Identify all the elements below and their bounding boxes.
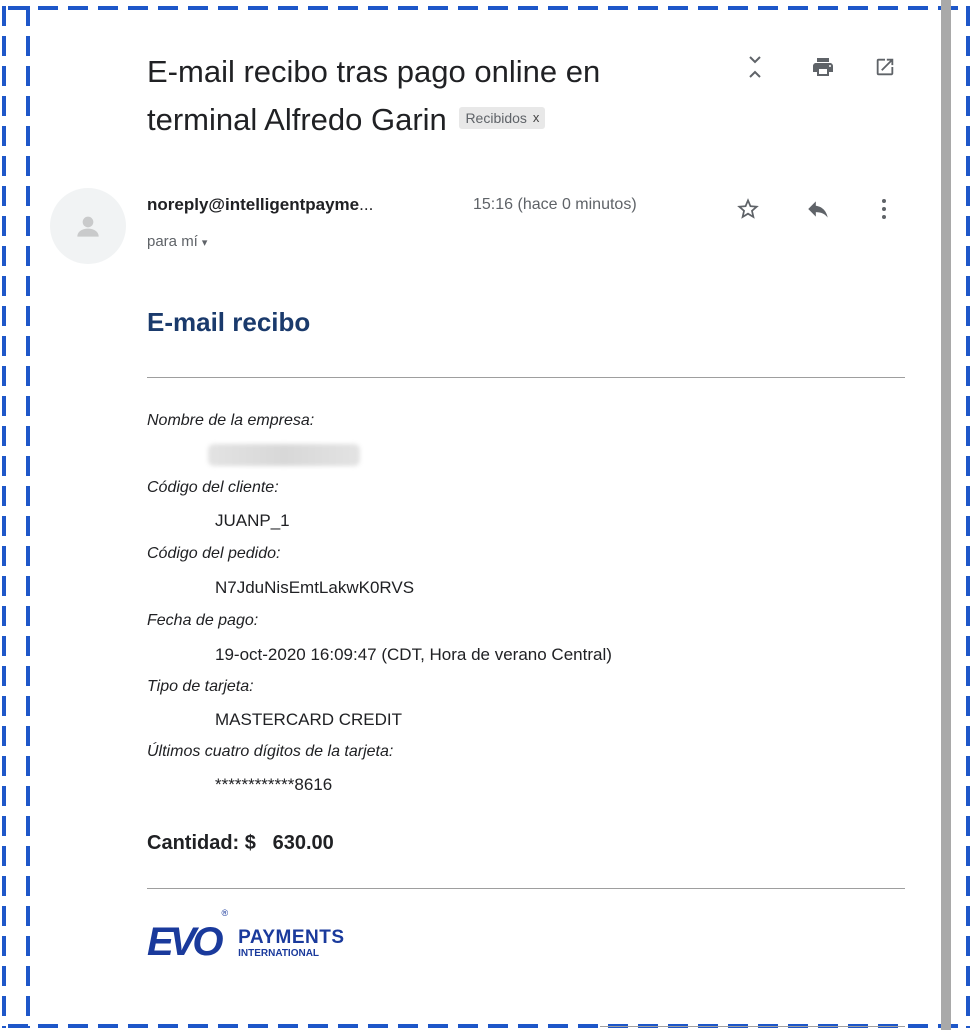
logo-registered: ®	[221, 908, 229, 918]
field-value-payment-date: 19-oct-2020 16:09:47 (CDT, Hora de veran…	[215, 645, 612, 664]
open-in-new-window-icon[interactable]	[870, 52, 900, 82]
field-value-card-type: MASTERCARD CREDIT	[215, 710, 403, 729]
divider	[600, 1026, 905, 1027]
remove-label-icon[interactable]: x	[533, 108, 540, 128]
field-label-card-last-digits: Últimos cuatro dígitos de la tarjeta:	[147, 743, 394, 760]
evo-payments-logo: EVO ® PAYMENTS INTERNATIONAL	[147, 908, 345, 964]
recipient-dropdown[interactable]: para mí ▾	[147, 233, 207, 250]
sender-name: noreply@intelligentpayme	[147, 195, 360, 214]
label-chip-inbox[interactable]: Recibidos x	[459, 106, 546, 129]
field-label-payment-date: Fecha de pago:	[147, 612, 259, 629]
field-value-order-code: N7JduNisEmtLakwK0RVS	[215, 578, 415, 597]
more-vertical-icon[interactable]	[869, 194, 899, 224]
amount: Cantidad: $ 630.00	[147, 832, 334, 855]
sender-ellipsis: ...	[359, 195, 374, 214]
label-chip-text: Recibidos	[465, 109, 527, 126]
chevron-down-icon: ▾	[201, 237, 208, 249]
scrollbar[interactable]	[941, 0, 951, 1030]
field-value-customer-code: JUANP_1	[215, 511, 290, 530]
sender-address[interactable]: noreply@intelligentpayme...	[147, 195, 373, 215]
field-label-company: Nombre de la empresa:	[147, 412, 315, 429]
field-value-company-redacted	[208, 444, 360, 466]
logo-line2: INTERNATIONAL	[238, 948, 320, 959]
divider	[147, 888, 905, 889]
field-value-card-last-digits: ************8616	[215, 775, 333, 794]
amount-value: 630.00	[272, 832, 334, 854]
field-label-customer-code: Código del cliente:	[147, 479, 279, 496]
frame-left	[2, 6, 6, 1028]
logo-line1: PAYMENTS	[238, 927, 345, 948]
sender-avatar[interactable]	[50, 188, 126, 264]
receipt-title: E-mail recibo	[147, 307, 311, 337]
email-timestamp: 15:16 (hace 0 minutos)	[473, 196, 637, 213]
logo-mark: EVO	[147, 920, 224, 964]
frame-right	[966, 6, 970, 1028]
star-icon[interactable]	[733, 194, 763, 224]
divider	[147, 377, 905, 378]
frame-top	[8, 6, 960, 10]
field-label-order-code: Código del pedido:	[147, 545, 281, 562]
frame-left-inner	[26, 6, 30, 1028]
email-subject: E-mail recibo tras pago online en termin…	[147, 48, 707, 144]
amount-label: Cantidad: $	[147, 832, 256, 854]
reply-icon[interactable]	[803, 194, 833, 224]
person-icon	[77, 216, 99, 237]
print-icon[interactable]	[808, 52, 838, 82]
logo-text: PAYMENTS INTERNATIONAL	[238, 928, 344, 960]
recipient-text: para mí	[147, 233, 198, 250]
field-label-card-type: Tipo de tarjeta:	[147, 678, 254, 695]
collapse-icon[interactable]	[740, 52, 770, 82]
